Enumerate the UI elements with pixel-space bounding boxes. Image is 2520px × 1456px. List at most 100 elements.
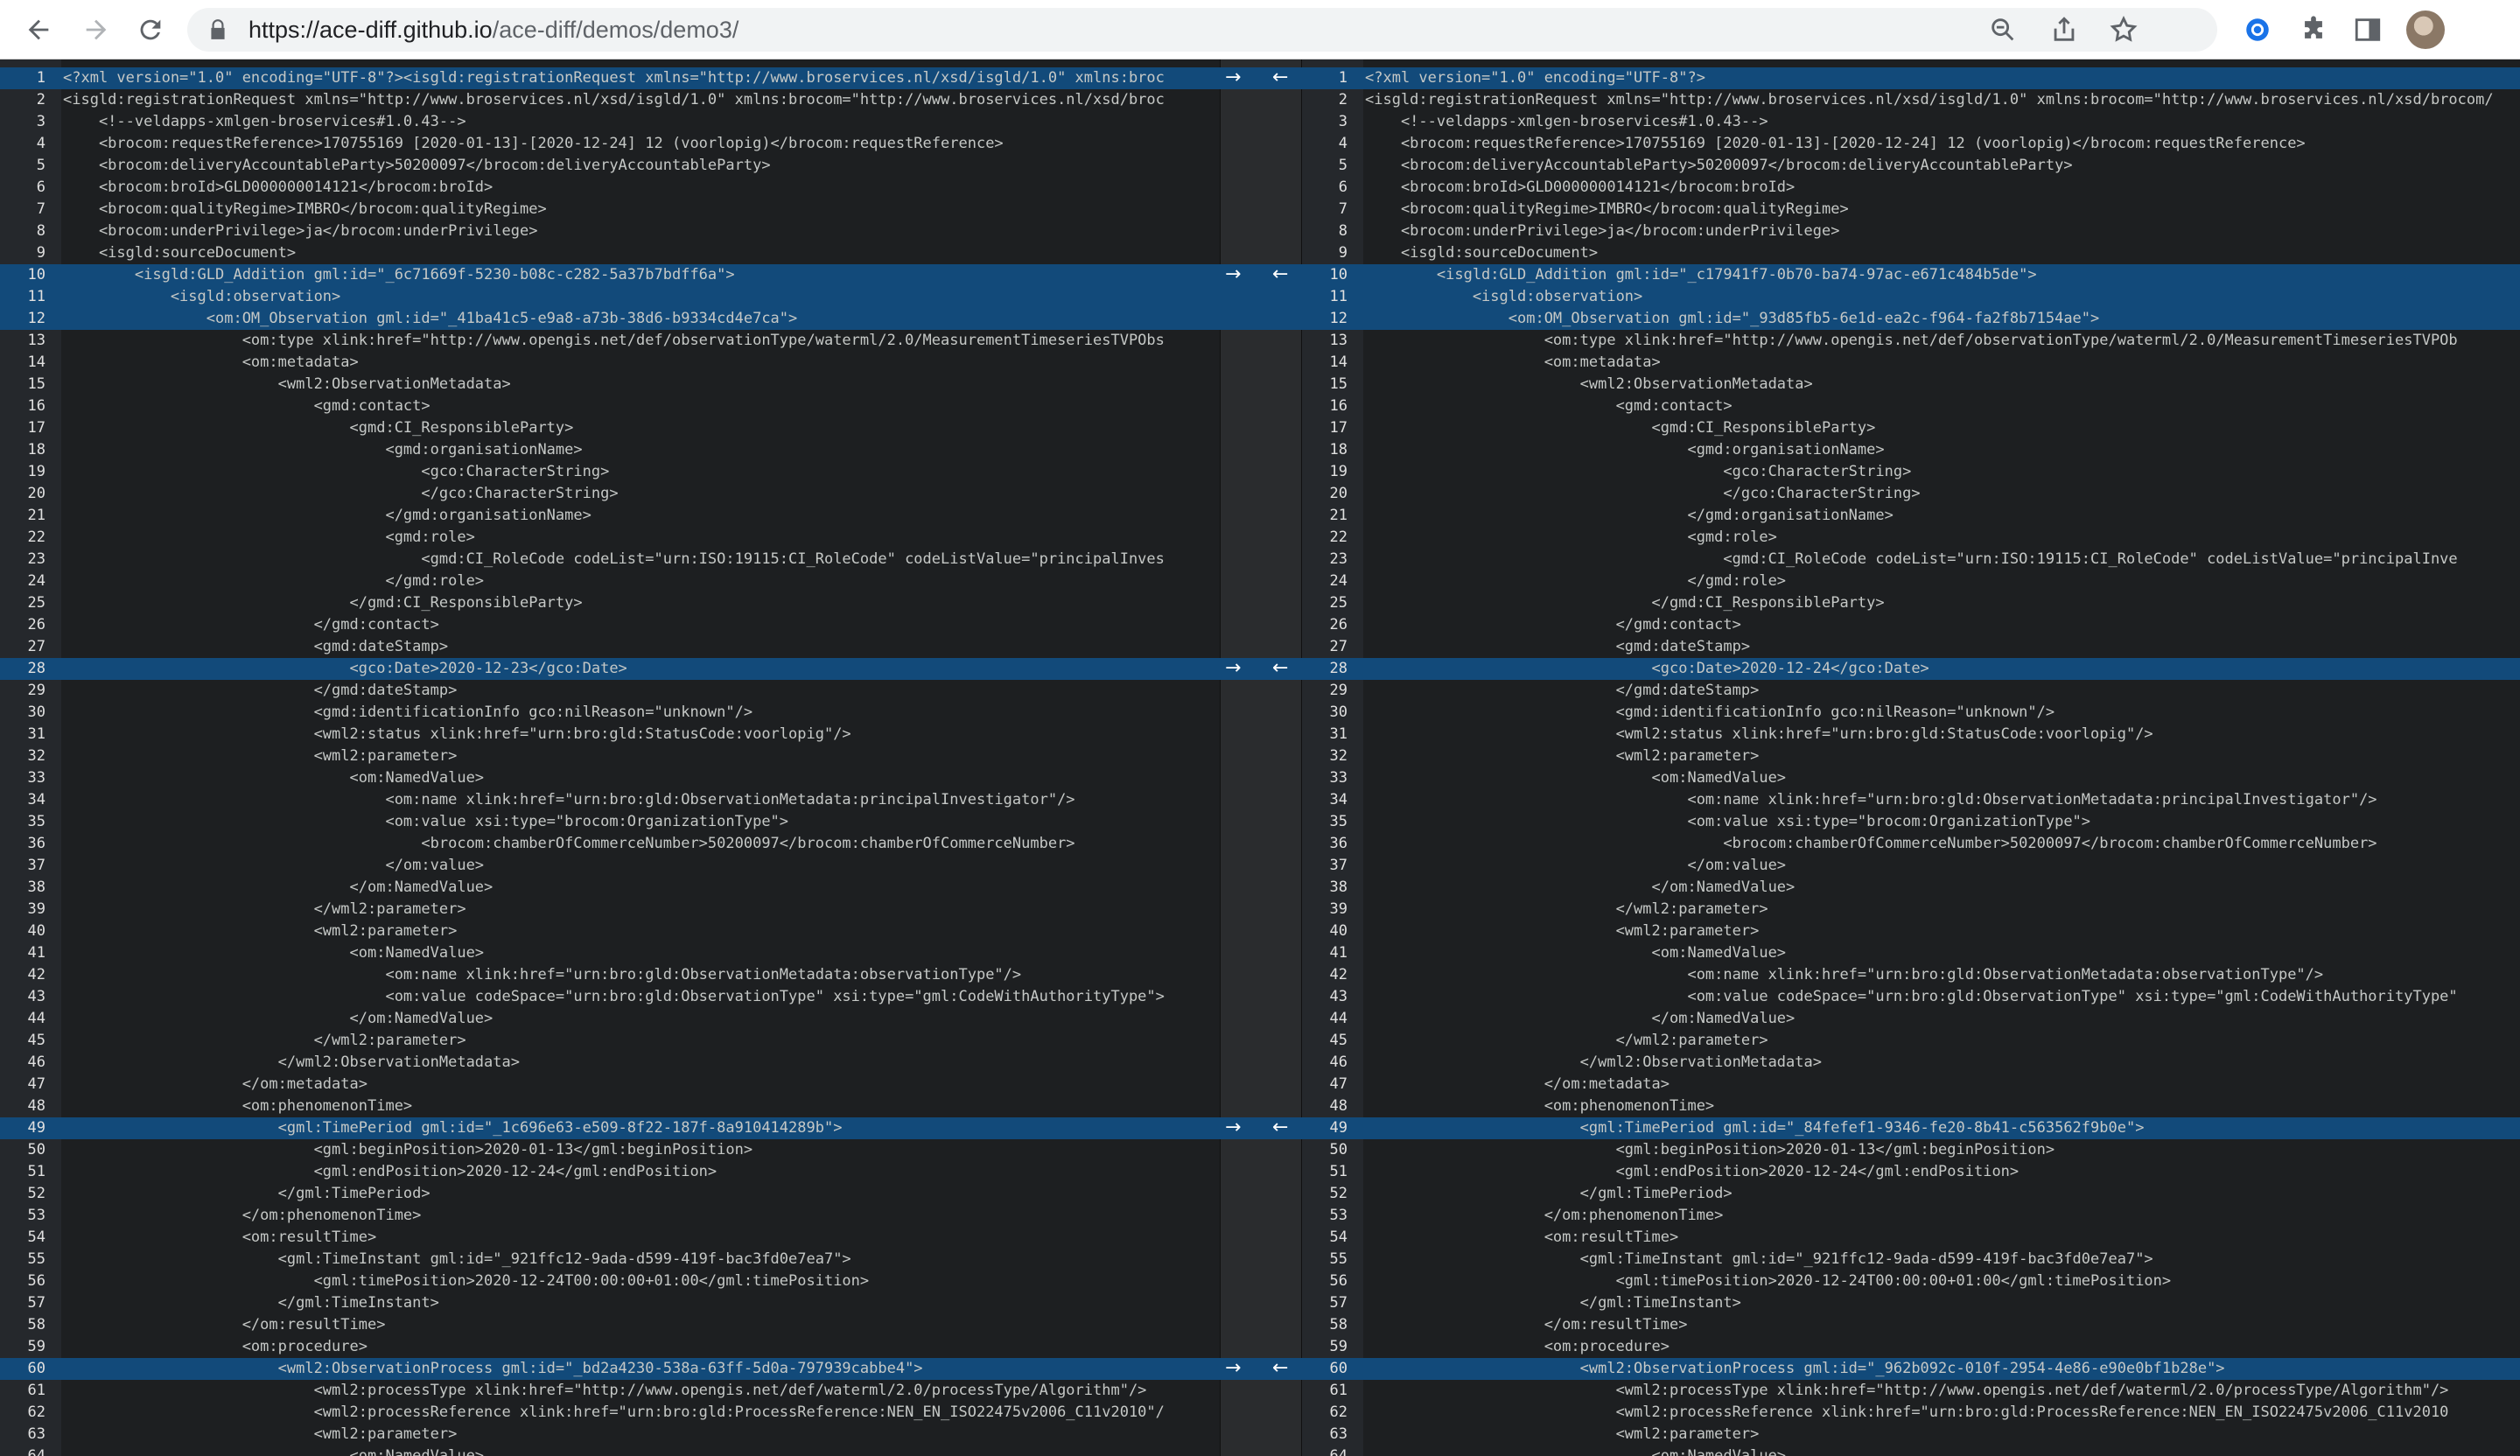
- right-code-line[interactable]: 37 </om:value>: [1302, 855, 2520, 877]
- right-code-line[interactable]: 5 <brocom:deliveryAccountableParty>50200…: [1302, 155, 2520, 177]
- back-icon[interactable]: [21, 12, 56, 47]
- share-icon[interactable]: [2049, 15, 2079, 45]
- left-code-line[interactable]: 9 <isgld:sourceDocument>: [0, 242, 1220, 264]
- left-code-line[interactable]: 53 </om:phenomenonTime>: [0, 1205, 1220, 1227]
- left-code-line[interactable]: 40 <wml2:parameter>: [0, 920, 1220, 942]
- right-code-line[interactable]: 56 <gml:timePosition>2020-12-24T00:00:00…: [1302, 1270, 2520, 1292]
- right-code-line[interactable]: 33 <om:NamedValue>: [1302, 767, 2520, 789]
- address-bar[interactable]: https://ace-diff.github.io/ace-diff/demo…: [187, 8, 2217, 52]
- right-code-line[interactable]: 49 <gml:TimePeriod gml:id="_84fefef1-934…: [1302, 1117, 2520, 1139]
- right-code-line[interactable]: 58 </om:resultTime>: [1302, 1314, 2520, 1336]
- right-code-line[interactable]: 47 </om:metadata>: [1302, 1074, 2520, 1096]
- profile-avatar[interactable]: [2406, 10, 2445, 49]
- left-code-line[interactable]: 16 <gmd:contact>: [0, 396, 1220, 417]
- bookmark-star-icon[interactable]: [2109, 15, 2138, 45]
- left-code-line[interactable]: 8 <brocom:underPrivilege>ja</brocom:unde…: [0, 220, 1220, 242]
- left-code-line[interactable]: 55 <gml:TimeInstant gml:id="_921ffc12-9a…: [0, 1249, 1220, 1270]
- left-code-line[interactable]: 7 <brocom:qualityRegime>IMBRO</brocom:qu…: [0, 199, 1220, 220]
- copy-right-arrow-icon[interactable]: →: [1225, 1358, 1241, 1379]
- left-code-line[interactable]: 13 <om:type xlink:href="http://www.openg…: [0, 330, 1220, 352]
- right-code-line[interactable]: 23 <gmd:CI_RoleCode codeList="urn:ISO:19…: [1302, 549, 2520, 570]
- left-code-line[interactable]: 63 <wml2:parameter>: [0, 1424, 1220, 1446]
- right-code-line[interactable]: 36 <brocom:chamberOfCommerceNumber>50200…: [1302, 833, 2520, 855]
- copy-left-arrow-icon[interactable]: ←: [1272, 1358, 1288, 1379]
- right-code-line[interactable]: 45 </wml2:parameter>: [1302, 1030, 2520, 1052]
- left-code-line[interactable]: 64 <om:NamedValue>: [0, 1446, 1220, 1456]
- copy-left-arrow-icon[interactable]: ←: [1272, 1117, 1288, 1138]
- left-code-line[interactable]: 26 </gmd:contact>: [0, 614, 1220, 636]
- right-code-line[interactable]: 53 </om:phenomenonTime>: [1302, 1205, 2520, 1227]
- right-code-line[interactable]: 61 <wml2:processType xlink:href="http://…: [1302, 1380, 2520, 1402]
- right-code-line[interactable]: 57 </gml:TimeInstant>: [1302, 1292, 2520, 1314]
- copy-left-arrow-icon[interactable]: ←: [1272, 264, 1288, 285]
- right-code-line[interactable]: 35 <om:value xsi:type="brocom:Organizati…: [1302, 811, 2520, 833]
- left-code-line[interactable]: 62 <wml2:processReference xlink:href="ur…: [0, 1402, 1220, 1424]
- right-code-line[interactable]: 26 </gmd:contact>: [1302, 614, 2520, 636]
- left-code-line[interactable]: 35 <om:value xsi:type="brocom:Organizati…: [0, 811, 1220, 833]
- right-code-line[interactable]: 29 </gmd:dateStamp>: [1302, 680, 2520, 702]
- right-code-line[interactable]: 59 <om:procedure>: [1302, 1336, 2520, 1358]
- left-code-line[interactable]: 24 </gmd:role>: [0, 570, 1220, 592]
- left-code-line[interactable]: 50 <gml:beginPosition>2020-01-13</gml:be…: [0, 1139, 1220, 1161]
- right-code-line[interactable]: 63 <wml2:parameter>: [1302, 1424, 2520, 1446]
- right-code-line[interactable]: 39 </wml2:parameter>: [1302, 899, 2520, 920]
- side-panel-icon[interactable]: [2350, 12, 2385, 47]
- left-code-line[interactable]: 38 </om:NamedValue>: [0, 877, 1220, 899]
- right-code-line[interactable]: 62 <wml2:processReference xlink:href="ur…: [1302, 1402, 2520, 1424]
- right-code-line[interactable]: 54 <om:resultTime>: [1302, 1227, 2520, 1249]
- right-code-line[interactable]: 20 </gco:CharacterString>: [1302, 483, 2520, 505]
- right-code-line[interactable]: 43 <om:value codeSpace="urn:bro:gld:Obse…: [1302, 986, 2520, 1008]
- copy-left-arrow-icon[interactable]: ←: [1272, 658, 1288, 679]
- left-code-line[interactable]: 36 <brocom:chamberOfCommerceNumber>50200…: [0, 833, 1220, 855]
- forward-icon[interactable]: [79, 12, 114, 47]
- left-code-line[interactable]: 3 <!--veldapps-xmlgen-broservices#1.0.43…: [0, 111, 1220, 133]
- right-code-line[interactable]: 2 <isgld:registrationRequest xmlns="http:…: [1302, 89, 2520, 111]
- left-code-line[interactable]: 1 <?xml version="1.0" encoding="UTF-8"?><…: [0, 67, 1220, 89]
- right-code-line[interactable]: 24 </gmd:role>: [1302, 570, 2520, 592]
- left-code-line[interactable]: 2 <isgld:registrationRequest xmlns="http:…: [0, 89, 1220, 111]
- right-code-line[interactable]: 1 <?xml version="1.0" encoding="UTF-8"?>: [1302, 67, 2520, 89]
- right-code-line[interactable]: 16 <gmd:contact>: [1302, 396, 2520, 417]
- left-code-line[interactable]: 49 <gml:TimePeriod gml:id="_1c696e63-e50…: [0, 1117, 1220, 1139]
- left-code-line[interactable]: 18 <gmd:organisationName>: [0, 439, 1220, 461]
- copy-right-arrow-icon[interactable]: →: [1225, 264, 1241, 285]
- left-code-line[interactable]: 47 </om:metadata>: [0, 1074, 1220, 1096]
- right-code-line[interactable]: 15 <wml2:ObservationMetadata>: [1302, 374, 2520, 396]
- left-editor[interactable]: 1 <?xml version="1.0" encoding="UTF-8"?><…: [0, 60, 1220, 1456]
- left-code-line[interactable]: 61 <wml2:processType xlink:href="http://…: [0, 1380, 1220, 1402]
- copy-right-arrow-icon[interactable]: →: [1225, 67, 1241, 88]
- right-code-line[interactable]: 17 <gmd:CI_ResponsibleParty>: [1302, 417, 2520, 439]
- right-code-line[interactable]: 48 <om:phenomenonTime>: [1302, 1096, 2520, 1117]
- right-code-line[interactable]: 12 <om:OM_Observation gml:id="_93d85fb5-…: [1302, 308, 2520, 330]
- zoom-icon[interactable]: [1988, 15, 2018, 45]
- left-code-line[interactable]: 39 </wml2:parameter>: [0, 899, 1220, 920]
- left-code-line[interactable]: 17 <gmd:CI_ResponsibleParty>: [0, 417, 1220, 439]
- right-code-line[interactable]: 19 <gco:CharacterString>: [1302, 461, 2520, 483]
- left-code-line[interactable]: 46 </wml2:ObservationMetadata>: [0, 1052, 1220, 1074]
- left-code-line[interactable]: 21 </gmd:organisationName>: [0, 505, 1220, 527]
- left-code-line[interactable]: 4 <brocom:requestReference>170755169 [20…: [0, 133, 1220, 155]
- left-code-line[interactable]: 58 </om:resultTime>: [0, 1314, 1220, 1336]
- right-code-line[interactable]: 52 </gml:TimePeriod>: [1302, 1183, 2520, 1205]
- lock-icon[interactable]: [206, 18, 229, 41]
- left-code-line[interactable]: 27 <gmd:dateStamp>: [0, 636, 1220, 658]
- left-code-line[interactable]: 59 <om:procedure>: [0, 1336, 1220, 1358]
- left-code-line[interactable]: 37 </om:value>: [0, 855, 1220, 877]
- right-code-line[interactable]: 50 <gml:beginPosition>2020-01-13</gml:be…: [1302, 1139, 2520, 1161]
- left-code-line[interactable]: 42 <om:name xlink:href="urn:bro:gld:Obse…: [0, 964, 1220, 986]
- right-code-line[interactable]: 55 <gml:TimeInstant gml:id="_921ffc12-9a…: [1302, 1249, 2520, 1270]
- left-code-line[interactable]: 48 <om:phenomenonTime>: [0, 1096, 1220, 1117]
- left-code-line[interactable]: 60 <wml2:ObservationProcess gml:id="_bd2…: [0, 1358, 1220, 1380]
- right-code-line[interactable]: 46 </wml2:ObservationMetadata>: [1302, 1052, 2520, 1074]
- right-code-line[interactable]: 13 <om:type xlink:href="http://www.openg…: [1302, 330, 2520, 352]
- reload-icon[interactable]: [133, 12, 168, 47]
- puzzle-icon[interactable]: [2296, 12, 2331, 47]
- right-code-line[interactable]: 30 <gmd:identificationInfo gco:nilReason…: [1302, 702, 2520, 724]
- left-code-line[interactable]: 31 <wml2:status xlink:href="urn:bro:gld:…: [0, 724, 1220, 746]
- left-code-line[interactable]: 32 <wml2:parameter>: [0, 746, 1220, 767]
- left-code-line[interactable]: 57 </gml:TimeInstant>: [0, 1292, 1220, 1314]
- right-code-line[interactable]: 64 <om:NamedValue>: [1302, 1446, 2520, 1456]
- right-code-line[interactable]: 11 <isgld:observation>: [1302, 286, 2520, 308]
- left-code-line[interactable]: 41 <om:NamedValue>: [0, 942, 1220, 964]
- right-code-line[interactable]: 8 <brocom:underPrivilege>ja</brocom:unde…: [1302, 220, 2520, 242]
